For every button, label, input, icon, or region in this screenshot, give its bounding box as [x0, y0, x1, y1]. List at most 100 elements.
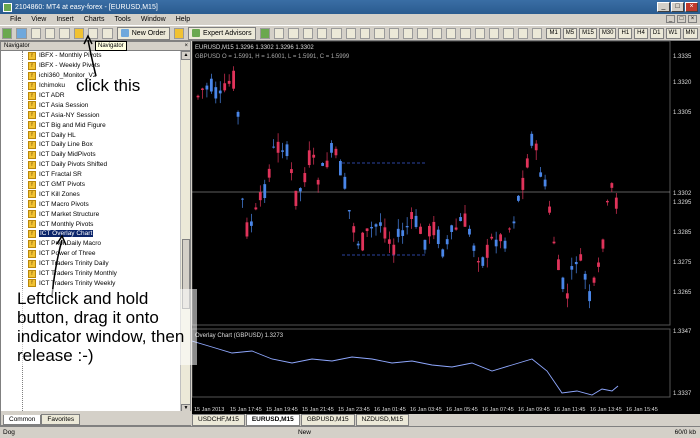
terminal-icon[interactable]	[88, 27, 99, 39]
vertical-line-icon[interactable]	[446, 27, 457, 39]
menu-window[interactable]: Window	[141, 16, 166, 23]
zoom-in-icon[interactable]	[302, 27, 313, 39]
time-axis-label: 15 Jan 21:45	[302, 407, 334, 413]
navigator-close-icon[interactable]: ×	[184, 42, 188, 50]
strategy-tester-icon[interactable]	[102, 27, 113, 39]
menu-file[interactable]: File	[10, 16, 21, 23]
minimize-button[interactable]: _	[657, 2, 670, 12]
autoscroll-icon[interactable]	[359, 27, 371, 39]
candlestick-icon[interactable]	[273, 27, 285, 39]
navigator-item[interactable]: f ICT Daily Pivots Shifted	[1, 160, 181, 170]
candle-body	[298, 188, 302, 192]
indicator-icon: f	[28, 180, 36, 189]
tab-favorites[interactable]: Favorites	[41, 414, 81, 425]
timeframe-w1[interactable]: W1	[665, 27, 681, 39]
templates-icon[interactable]	[403, 27, 414, 39]
main-pane-frame	[192, 41, 671, 326]
mdi-close-button[interactable]: ×	[688, 15, 697, 23]
menu-help[interactable]: Help	[176, 16, 190, 23]
zoom-window-icon[interactable]	[30, 27, 42, 39]
zoom-out-icon[interactable]	[316, 27, 328, 39]
overlay-info-label: GBPUSD O = 1.5991, H = 1.6001, L = 1.599…	[195, 54, 350, 60]
navigator-item[interactable]: f ICT Asia Session	[1, 100, 181, 110]
maximize-button[interactable]: □	[671, 2, 684, 12]
expert-advisors-button[interactable]: Expert Advisors	[187, 26, 256, 40]
channel-icon[interactable]	[489, 27, 500, 39]
new-chart-icon[interactable]	[2, 27, 13, 39]
horizontal-line-icon[interactable]	[460, 27, 471, 39]
periods-icon[interactable]	[388, 27, 400, 39]
status-right: 60/0 kb	[674, 429, 696, 436]
chart-tab[interactable]: GBPUSD,M15	[300, 414, 355, 426]
navigator-item[interactable]: f ICT Traders Trinity Weekly	[1, 278, 181, 288]
mdi-restore-button[interactable]: □	[677, 15, 686, 23]
profiles-icon[interactable]	[16, 27, 27, 39]
chart-tab[interactable]: EURUSD,M15	[245, 414, 300, 426]
fibonacci-icon[interactable]	[503, 27, 514, 39]
chart-tab[interactable]: USDCHF,M15	[192, 414, 245, 426]
menu-bar: File View Insert Charts Tools Window Hel…	[0, 14, 700, 25]
metaeditor-icon[interactable]	[173, 27, 184, 39]
navigator-item[interactable]: f ICT Kill Zones	[1, 189, 181, 199]
menu-tools[interactable]: Tools	[114, 16, 130, 23]
navigator-item[interactable]: f ICT Power of Three	[1, 249, 181, 259]
arrows-icon[interactable]	[532, 27, 543, 39]
time-axis-label: 15 Jan 23:45	[338, 407, 370, 413]
chart-canvas[interactable]: EURUSD,M15 1.3296 1.3302 1.3296 1.3302 GB…	[192, 41, 700, 414]
timeframe-mn[interactable]: MN	[682, 27, 698, 39]
timeframe-m30[interactable]: M30	[598, 27, 617, 39]
menu-charts[interactable]: Charts	[84, 16, 105, 23]
navigator-item[interactable]: f ICT Daily MidPivots	[1, 150, 181, 160]
tab-common[interactable]: Common	[3, 415, 42, 425]
navigator-item[interactable]: f ICT Fractal SR	[1, 170, 181, 180]
navigator-item[interactable]: f ICT GMT Pivots	[1, 180, 181, 190]
timeframe-m1[interactable]: M1	[546, 27, 561, 39]
crosshair-icon[interactable]	[431, 27, 443, 39]
line-chart-icon[interactable]	[288, 27, 299, 39]
navigator-item[interactable]: f ICT Market Structure	[1, 209, 181, 219]
indicators-icon[interactable]	[374, 27, 385, 39]
app-icon	[3, 2, 12, 12]
navigator-item[interactable]: f ICT Macro Pivots	[1, 199, 181, 209]
scroll-up-icon[interactable]: ▲	[181, 51, 191, 60]
market-watch-icon[interactable]	[45, 27, 56, 39]
navigator-item[interactable]: f ICT Prior Daily Macro	[1, 239, 181, 249]
navigator-item[interactable]: f ICT Traders Trinity Daily	[1, 259, 181, 269]
text-icon[interactable]	[517, 27, 529, 39]
cursor-icon[interactable]	[417, 27, 428, 39]
menu-view[interactable]: View	[31, 16, 46, 23]
timeframe-h4[interactable]: H4	[634, 27, 648, 39]
menu-insert[interactable]: Insert	[56, 16, 74, 23]
candle-body	[285, 144, 289, 157]
navigator-item-label: ICT Traders Trinity Monthly	[39, 270, 117, 278]
timeframe-h1[interactable]: H1	[618, 27, 633, 39]
sub-axis-label-bottom: 1.3337	[673, 391, 692, 397]
chart-tab[interactable]: NZDUSD,M15	[355, 414, 410, 426]
navigator-item[interactable]: f ICT Asia-NY Session	[1, 110, 181, 120]
new-order-button[interactable]: New Order	[116, 26, 170, 40]
navigator-icon[interactable]	[73, 27, 85, 39]
chart-shift-icon[interactable]	[345, 27, 356, 39]
bar-chart-icon[interactable]	[259, 27, 270, 39]
navigator-item[interactable]: f ICT Monthly Pivots	[1, 219, 181, 229]
chart-window[interactable]: EURUSD,M15 1.3296 1.3302 1.3296 1.3302 GB…	[192, 41, 700, 414]
indicator-icon: f	[28, 111, 36, 120]
navigator-item[interactable]: f IBFX - Weekly Pivots	[1, 61, 181, 71]
navigator-item[interactable]: f ICT Traders Trinity Monthly	[1, 269, 181, 279]
navigator-item[interactable]: f IBFX - Monthly Pivots	[1, 51, 181, 61]
navigator-item[interactable]: f ICT Overlay Chart	[1, 229, 181, 239]
timeframe-d1[interactable]: D1	[649, 27, 664, 39]
timeframe-m15[interactable]: M15	[579, 27, 597, 39]
close-button[interactable]: ×	[685, 2, 698, 12]
navigator-item[interactable]: f ICT Daily HL	[1, 130, 181, 140]
tile-windows-icon[interactable]	[331, 27, 342, 39]
navigator-item-label: ICT Fractal SR	[39, 171, 82, 179]
candle-body	[450, 225, 454, 232]
timeframe-m5[interactable]: M5	[562, 27, 578, 39]
time-axis-label: 15 Jan 19:45	[266, 407, 298, 413]
trendline-icon[interactable]	[474, 27, 486, 39]
navigator-item[interactable]: f ICT Daily Line Box	[1, 140, 181, 150]
data-window-icon[interactable]	[59, 27, 70, 39]
mdi-minimize-button[interactable]: _	[666, 15, 675, 23]
navigator-item[interactable]: f ICT Big and Mid Figure	[1, 120, 181, 130]
